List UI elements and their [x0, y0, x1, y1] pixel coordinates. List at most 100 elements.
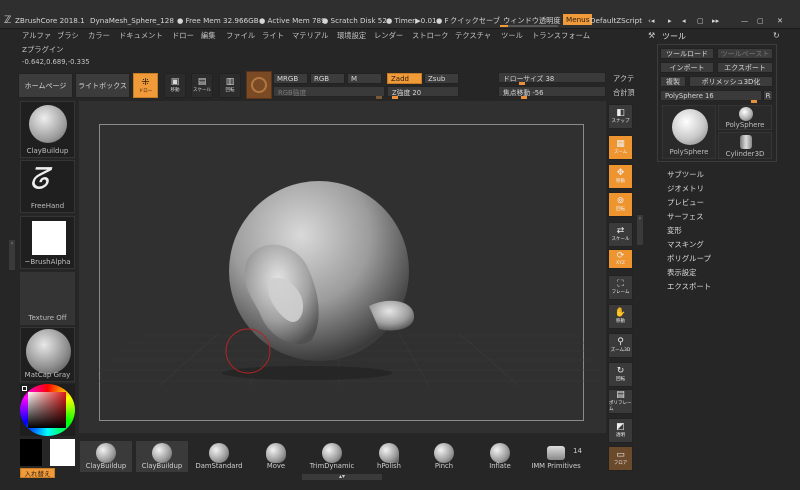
color-picker[interactable] — [20, 384, 75, 436]
draw-mode-button[interactable]: ⁜ ドロー — [133, 73, 158, 98]
focal-shift-slider[interactable]: 焦点移動 -56 — [498, 86, 606, 97]
close-icon[interactable]: ✕ — [777, 16, 783, 25]
import-button[interactable]: インポート — [660, 62, 714, 73]
menus-button[interactable]: Menus — [563, 14, 593, 25]
brush-move[interactable]: Move — [250, 441, 302, 472]
homepage-button[interactable]: ホームページ — [18, 73, 73, 98]
menu-material[interactable]: マテリアル — [292, 31, 328, 41]
submenu-display-properties[interactable]: 表示設定 — [667, 267, 697, 278]
menu-alpha[interactable]: アルファ — [22, 31, 51, 41]
snapshot-tool[interactable]: ◧ スナップ — [608, 104, 633, 129]
polysphere-small-thumb[interactable]: PolySphere — [718, 105, 772, 130]
window-control-0[interactable]: ‹◂ — [648, 16, 654, 25]
xyz-tool[interactable]: ⟳ XYZ — [608, 249, 633, 269]
rotate-mode-button[interactable]: ▥ 回転 — [219, 73, 241, 98]
swap-colors-button[interactable]: 入れ替え — [20, 468, 55, 478]
menu-color[interactable]: カラー — [88, 31, 110, 41]
menu-tool[interactable]: ツール — [501, 31, 523, 41]
rgb-button[interactable]: RGB — [310, 73, 345, 84]
window-control-2[interactable]: ◂ — [682, 16, 686, 25]
linefill-tool[interactable]: ▤ ポリフレーム — [608, 389, 633, 414]
zoom3d-tool[interactable]: ⚲ ズーム3D — [608, 333, 633, 358]
submenu-subtool[interactable]: サブツール — [667, 169, 704, 180]
move-mode-button[interactable]: ▣ 移動 — [164, 73, 186, 98]
focal-shift-knob[interactable] — [521, 96, 527, 99]
export-button[interactable]: エクスポート — [717, 62, 773, 73]
brush-trimdynamic[interactable]: TrimDynamic — [306, 441, 358, 472]
brush-damstandard[interactable]: DamStandard — [193, 441, 245, 472]
right-tray-arrow-icon[interactable]: › — [637, 215, 643, 245]
main-color-swatch[interactable] — [20, 439, 42, 466]
menu-document[interactable]: ドキュメント — [119, 31, 163, 41]
window-control-1[interactable]: ▸ — [668, 16, 672, 25]
cylinder3d-thumb[interactable]: Cylinder3D — [718, 132, 772, 159]
color-square[interactable] — [28, 392, 66, 428]
refresh-icon[interactable]: ↻ — [773, 31, 780, 40]
menu-zplugin[interactable]: Zプラグイン — [22, 45, 63, 55]
default-zscript-button[interactable]: DefaultZScript — [590, 16, 642, 25]
transparency-tool[interactable]: ◩ 透明 — [608, 418, 633, 443]
brush-imm-primitives[interactable]: IMM Primitives — [528, 441, 584, 472]
lightbox-button[interactable]: ライトボックス — [75, 73, 130, 98]
brush-claybuildup-1[interactable]: ClayBuildup — [80, 441, 132, 472]
submenu-deformation[interactable]: 変形 — [667, 225, 682, 236]
submenu-masking[interactable]: マスキング — [667, 239, 704, 250]
brush-thumb[interactable]: ClayBuildup — [20, 101, 75, 158]
pan-tool[interactable]: ✋ 移動 — [608, 304, 633, 329]
floor-tool[interactable]: ▭ フロア — [608, 446, 633, 471]
polysphere-slider[interactable]: PolySphere 16 — [660, 90, 762, 101]
zoom-tool[interactable]: ▦ ズーム — [608, 135, 633, 160]
menu-preferences[interactable]: 環境設定 — [337, 31, 366, 41]
rgb-intensity-slider[interactable]: RGB強度 — [273, 86, 385, 97]
submenu-export[interactable]: エクスポート — [667, 281, 711, 292]
menu-render[interactable]: レンダー — [374, 31, 403, 41]
paste-tool-button[interactable]: ツールペースト — [717, 48, 773, 59]
draw-size-slider[interactable]: ドローサイズ 38 — [498, 72, 606, 83]
brush-hpolish[interactable]: hPolish — [363, 441, 415, 472]
submenu-preview[interactable]: プレビュー — [667, 197, 704, 208]
draw-size-knob[interactable] — [519, 82, 525, 85]
quicksave-button[interactable]: クイックセーブ — [450, 16, 500, 26]
menu-draw[interactable]: ドロー — [172, 31, 194, 41]
move-view-tool[interactable]: ✥ 移動 — [608, 164, 633, 189]
menu-edit[interactable]: 編集 — [201, 31, 216, 41]
r-button[interactable]: R — [763, 90, 773, 101]
scale-view-tool[interactable]: ⇄ スケール — [608, 222, 633, 247]
menu-transform[interactable]: トランスフォーム — [532, 31, 590, 41]
menu-light[interactable]: ライト — [262, 31, 284, 41]
material-thumb[interactable]: MatCap Gray — [20, 327, 75, 382]
brush-pinch[interactable]: Pinch — [418, 441, 470, 472]
z-intensity-knob[interactable] — [392, 96, 398, 99]
polysphere-knob[interactable] — [751, 100, 757, 103]
window-control-3[interactable]: ▢ — [697, 16, 704, 25]
transparency-slider[interactable] — [500, 25, 558, 27]
rgb-intensity-knob[interactable] — [376, 96, 382, 99]
menu-stroke[interactable]: ストローク — [412, 31, 448, 41]
mrgb-button[interactable]: MRGB — [273, 73, 308, 84]
brush-claybuildup-2[interactable]: ClayBuildup — [136, 441, 188, 472]
menu-brush[interactable]: ブラシ — [57, 31, 79, 41]
brush-inflate[interactable]: Inflate — [474, 441, 526, 472]
submenu-surface[interactable]: サーフェス — [667, 211, 704, 222]
alpha-thumb[interactable]: ~BrushAlpha — [20, 216, 75, 269]
m-button[interactable]: M — [347, 73, 382, 84]
make-polymesh-button[interactable]: ポリメッシュ3D化 — [689, 76, 773, 87]
menu-file[interactable]: ファイル — [226, 31, 255, 41]
rotate-view-tool[interactable]: ⊚ 回転 — [608, 192, 633, 217]
material-swatch-button[interactable] — [246, 71, 272, 99]
maximize-icon[interactable]: ▢ — [757, 16, 764, 25]
shelf-scroll-arrows-icon[interactable]: ▴▾ — [302, 474, 382, 480]
zsub-button[interactable]: Zsub — [424, 73, 459, 84]
texture-thumb[interactable]: Texture Off — [20, 272, 75, 325]
clone-button[interactable]: 複製 — [660, 76, 686, 87]
frame-tool[interactable]: ⛶ フレーム — [608, 275, 633, 300]
left-tray-arrow-icon[interactable]: ‹ — [9, 240, 15, 270]
submenu-geometry[interactable]: ジオメトリ — [667, 183, 704, 194]
secondary-color-swatch[interactable] — [50, 439, 75, 466]
rotate-tool[interactable]: ↻ 回転 — [608, 362, 633, 387]
window-control-4[interactable]: ▸▸ — [712, 16, 719, 25]
zadd-button[interactable]: Zadd — [387, 73, 422, 84]
load-tool-button[interactable]: ツールロード — [660, 48, 714, 59]
scale-mode-button[interactable]: ▤ スケール — [191, 73, 213, 98]
stroke-thumb[interactable]: ᘔ FreeHand — [20, 160, 75, 213]
